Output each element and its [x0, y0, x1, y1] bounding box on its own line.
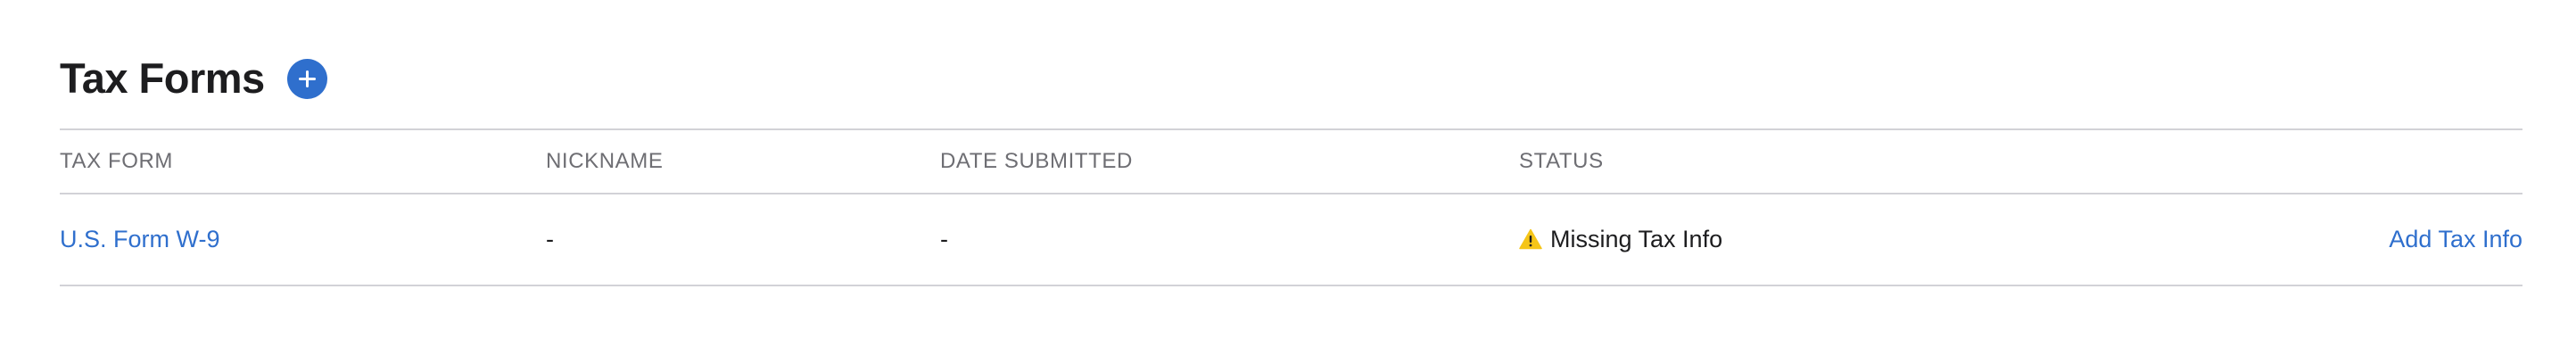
column-header-status: STATUS [1519, 149, 1604, 173]
date-submitted-value: - [940, 226, 948, 252]
warning-icon [1519, 228, 1542, 250]
column-header-tax-form: TAX FORM [60, 149, 174, 173]
header-divider [60, 128, 2522, 130]
column-header-date-submitted: DATE SUBMITTED [940, 149, 1133, 173]
tax-forms-section: Tax Forms TAX FORM NICKNAME DATE SUBMITT… [60, 0, 2522, 339]
status-text: Missing Tax Info [1550, 226, 1723, 252]
plus-icon [298, 70, 316, 87]
table-bottom-divider [60, 285, 2522, 286]
column-header-nickname: NICKNAME [546, 149, 664, 173]
section-header: Tax Forms [60, 52, 327, 105]
nickname-value: - [546, 226, 554, 252]
page-title: Tax Forms [60, 54, 265, 102]
add-tax-form-button[interactable] [286, 58, 327, 99]
add-tax-info-link[interactable]: Add Tax Info [2389, 222, 2522, 256]
tax-form-link[interactable]: U.S. Form W-9 [60, 222, 220, 256]
row-divider [60, 193, 2522, 194]
status-cell: Missing Tax Info [1519, 222, 1722, 256]
